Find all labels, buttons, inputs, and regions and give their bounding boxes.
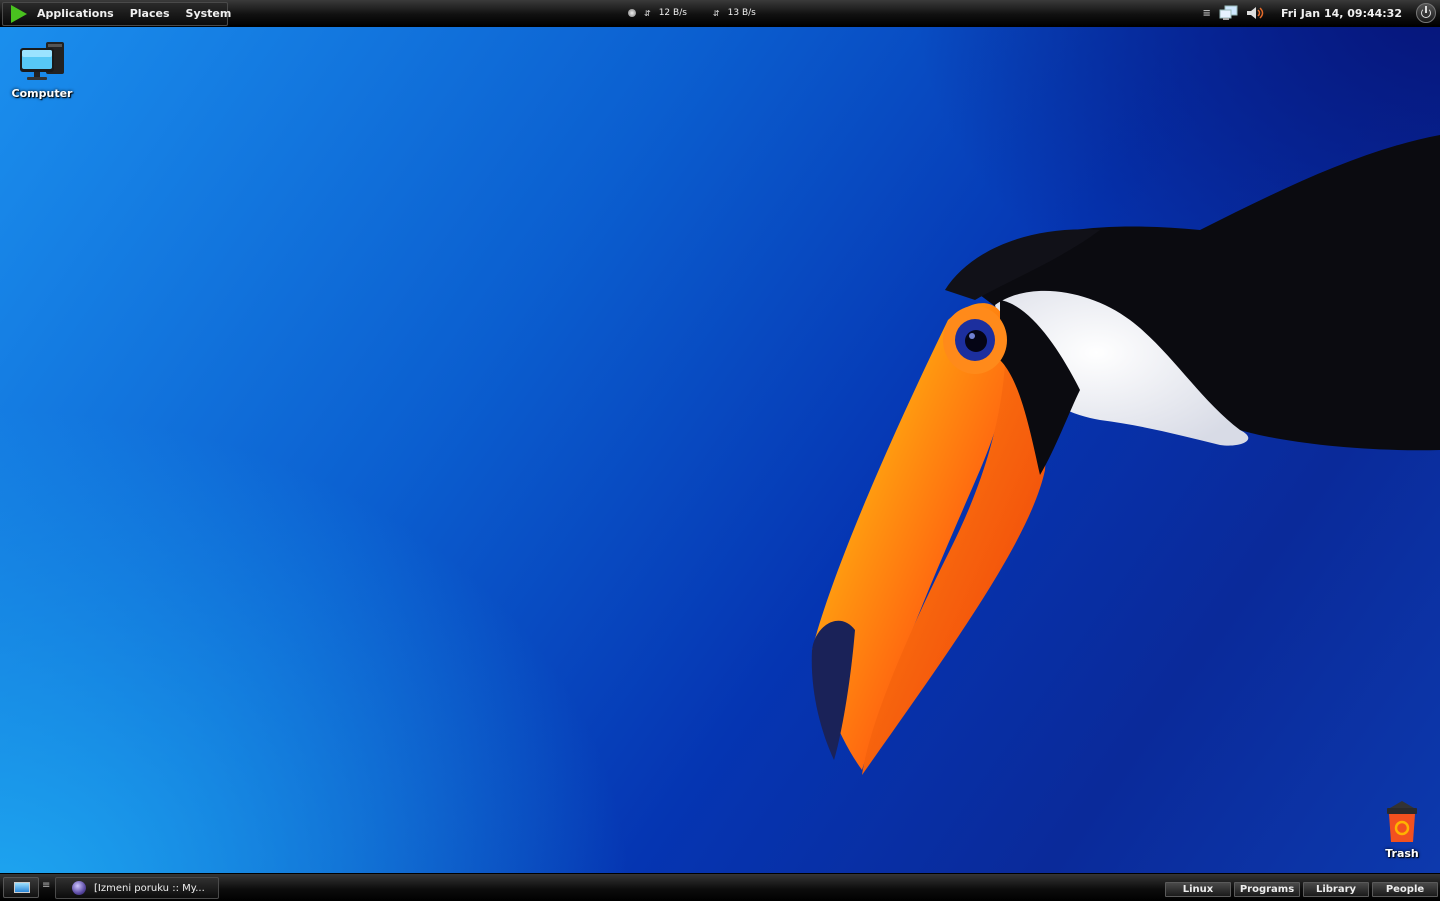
workspace-switcher: Linux Programs Library People [1162,882,1438,897]
main-menu-bar: Applications Places System [2,2,231,26]
start-play-icon[interactable] [11,5,27,23]
toucan-wallpaper-image [811,135,1440,775]
applications-menu[interactable]: Applications [29,3,122,25]
computer-icon [20,42,64,80]
trash-desktop-icon[interactable]: Trash [1370,800,1434,860]
workspace-programs[interactable]: Programs [1234,882,1300,897]
volume-icon[interactable] [1245,5,1267,21]
panel-handle-icon: ≡ [42,880,51,891]
desktop-wallpaper: Computer Trash [0,0,1440,900]
trash-icon [1387,801,1417,842]
workspace-linux[interactable]: Linux [1165,882,1231,897]
power-icon[interactable] [1416,3,1436,23]
taskbar-window-title: [Izmeni poruku :: My... [94,882,205,894]
tray-handle-icon: ≡ [1202,7,1211,19]
download-arrows-icon: ⇵ [644,8,651,18]
taskbar-window-button[interactable]: [Izmeni poruku :: My... [55,877,219,899]
show-desktop-button[interactable] [3,877,39,898]
upload-arrows-icon: ⇵ [712,8,720,18]
show-desktop-icon [14,882,30,893]
top-panel: Applications Places System ⇵ 12 B/s ⇵ 13… [0,0,1440,27]
network-connection-icon[interactable] [1219,5,1239,21]
net-down-speed: 12 B/s [658,8,687,18]
trash-icon-label: Trash [1385,847,1419,860]
network-monitor-icon [628,9,636,17]
browser-window-icon [72,881,86,895]
clock[interactable]: Fri Jan 14, 09:44:32 [1281,7,1402,20]
system-menu[interactable]: System [178,3,240,25]
system-tray: ≡ Fri Jan 14, 09:44:32 [1203,0,1440,26]
computer-desktop-icon[interactable]: Computer [8,40,76,100]
net-up-speed: 13 B/s [727,8,756,18]
network-monitor[interactable]: ⇵ 12 B/s ⇵ 13 B/s [628,0,756,26]
places-menu[interactable]: Places [122,3,178,25]
computer-icon-label: Computer [11,87,73,100]
workspace-library[interactable]: Library [1303,882,1369,897]
workspace-people[interactable]: People [1372,882,1438,897]
bottom-panel: ≡ [Izmeni poruku :: My... Linux Programs… [0,873,1440,901]
